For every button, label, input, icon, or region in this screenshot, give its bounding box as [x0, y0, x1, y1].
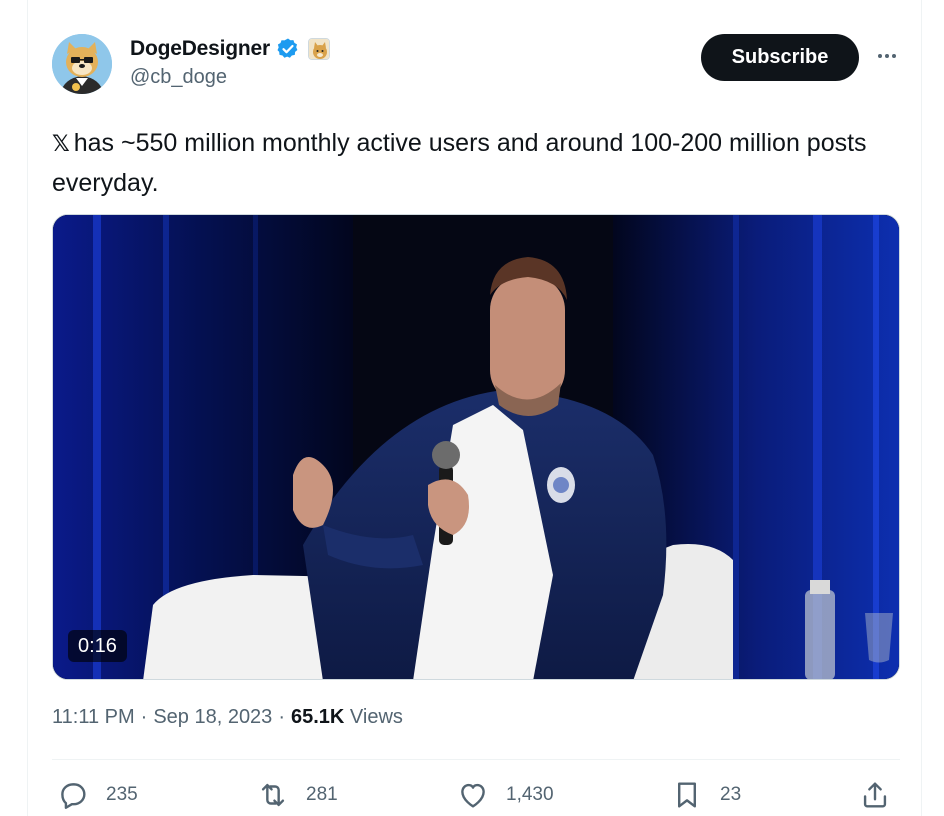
repost-count: 281	[306, 784, 338, 805]
doge-avatar-icon	[52, 34, 112, 94]
action-bar-divider	[52, 759, 900, 760]
share-icon	[863, 782, 887, 808]
verified-badge-icon[interactable]	[276, 37, 300, 61]
tweet-metadata: 11:11 PM · Sep 18, 2023 · 65.1K Views	[52, 706, 403, 729]
x-logo-icon[interactable]: 𝕏	[52, 132, 70, 157]
video-player[interactable]	[52, 214, 900, 680]
views-count: 65.1K	[290, 706, 345, 728]
reply-button[interactable]: 235	[56, 778, 138, 812]
views-label: Views	[349, 706, 403, 728]
repost-icon	[261, 783, 285, 807]
share-button[interactable]	[858, 778, 892, 812]
tweet-text: 𝕏has ~550 million monthly active users a…	[52, 124, 902, 202]
author-handle[interactable]: @cb_doge	[130, 66, 227, 89]
author-avatar[interactable]	[52, 34, 112, 94]
doge-affiliate-badge-icon[interactable]	[307, 38, 330, 60]
heart-icon	[461, 783, 485, 808]
author-display-name[interactable]: DogeDesigner	[130, 37, 270, 61]
timeline-border-left	[27, 0, 28, 816]
like-count: 1,430	[506, 784, 554, 805]
reply-icon	[61, 783, 86, 809]
timeline-border-right	[921, 0, 922, 816]
bookmark-icon	[678, 782, 696, 808]
like-button[interactable]: 1,430	[456, 778, 554, 812]
author-name-row: DogeDesigner	[130, 36, 330, 62]
meta-separator: ·	[140, 706, 148, 728]
tweet-time[interactable]: 11:11 PM	[52, 706, 135, 729]
more-options-icon[interactable]	[872, 44, 902, 68]
video-duration-badge: 0:16	[68, 630, 127, 662]
video-frame	[53, 215, 899, 679]
tweet-date[interactable]: Sep 18, 2023	[153, 706, 272, 729]
repost-button[interactable]: 281	[256, 778, 338, 812]
subscribe-button[interactable]: Subscribe	[701, 34, 859, 81]
bookmark-count: 23	[720, 784, 742, 805]
meta-separator: ·	[278, 706, 285, 728]
bookmark-button[interactable]: 23	[670, 778, 741, 812]
tweet-body: has ~550 million monthly active users an…	[52, 129, 867, 197]
reply-count: 235	[106, 784, 138, 805]
